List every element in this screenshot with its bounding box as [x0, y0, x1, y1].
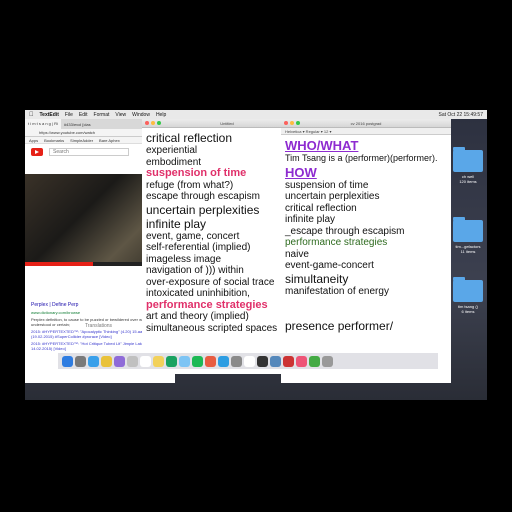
doc-line: presence performer/: [285, 319, 394, 333]
folder-label: tim...gefactors 11 items: [455, 244, 481, 254]
spotify-icon[interactable]: [192, 355, 203, 367]
folder-icon: [453, 277, 483, 302]
menu-help[interactable]: Help: [156, 112, 166, 118]
textedit-window-2: cv 2016 postgrad Helvetica ▾ Regular ▾ 1…: [281, 119, 451, 383]
doc-line: event-game-concert: [285, 260, 374, 271]
launchpad-icon[interactable]: [75, 355, 86, 367]
messages-icon[interactable]: [179, 355, 190, 367]
window-title: Untitled: [220, 121, 234, 126]
safari-icon[interactable]: [88, 355, 99, 367]
desktop-folder[interactable]: tim...gefactors 11 items: [448, 217, 487, 254]
music-icon[interactable]: [205, 355, 216, 367]
folder-icon: [453, 217, 483, 242]
bookmark-bookmarks[interactable]: Bookmarks: [44, 137, 64, 143]
photos-icon[interactable]: [114, 355, 125, 367]
window-controls: [284, 121, 300, 125]
bookmark-simpleadder[interactable]: SimpleAdder: [70, 137, 93, 143]
terminal-icon[interactable]: [257, 355, 268, 367]
close-icon[interactable]: [284, 121, 288, 125]
menu-view[interactable]: View: [115, 112, 126, 118]
close-icon[interactable]: [145, 121, 149, 125]
app-icon[interactable]: [309, 355, 320, 367]
doc-line: manifestation of energy: [285, 285, 389, 297]
doc-line: infinite play: [285, 214, 336, 225]
menu-file[interactable]: File: [65, 112, 73, 118]
youtube-search-input[interactable]: Search: [49, 147, 129, 156]
app-icon[interactable]: [283, 355, 294, 367]
contacts-icon[interactable]: [127, 355, 138, 367]
doc-line: Tim Tsang is a (performer)(performer).: [285, 153, 438, 163]
youtube-logo-icon[interactable]: [31, 147, 43, 156]
window-controls: [145, 121, 161, 125]
doc-line: suspension of time: [285, 179, 369, 191]
doc-line: uncertain perplexities: [285, 191, 380, 202]
menu-format[interactable]: Format: [94, 112, 110, 118]
desktop-folder[interactable]: tim tsang () 6 items: [448, 277, 487, 314]
translations-label[interactable]: Translations: [85, 323, 112, 329]
tab-youtube[interactable]: t i m t s a n g | Ri: [25, 119, 61, 129]
trash-icon[interactable]: [322, 355, 333, 367]
window-title: cv 2016 postgrad: [350, 121, 382, 126]
window-titlebar[interactable]: cv 2016 postgrad: [281, 119, 451, 128]
zoom-icon[interactable]: [157, 121, 161, 125]
doc-line: simultaneity: [285, 271, 349, 286]
app-icon[interactable]: [270, 355, 281, 367]
textedit-icon[interactable]: [244, 355, 255, 367]
format-toolbar[interactable]: Helvetica ▾ Regular ▾ 12 ▾: [281, 128, 451, 135]
doc-line: HOW: [285, 164, 317, 180]
notes-icon[interactable]: [153, 355, 164, 367]
doc-line: naive: [285, 248, 309, 260]
facetime-icon[interactable]: [166, 355, 177, 367]
doc-line: WHO/WHAT: [285, 138, 359, 153]
doc-line: _escape through escapism: [285, 225, 405, 237]
zoom-icon[interactable]: [296, 121, 300, 125]
app-icon[interactable]: [296, 355, 307, 367]
apple-icon[interactable]: : [29, 112, 34, 118]
document-body[interactable]: WHO/WHAT Tim Tsang is a (performer)(perfo…: [281, 135, 451, 336]
menu-window[interactable]: Window: [132, 112, 150, 118]
finder-icon[interactable]: [62, 355, 73, 367]
minimize-icon[interactable]: [290, 121, 294, 125]
minimize-icon[interactable]: [151, 121, 155, 125]
doc-line: critical reflection: [285, 202, 357, 214]
menu-clock[interactable]: Sat Oct 22 15:49:57: [439, 112, 483, 118]
folder-label: tim tsang () 6 items: [457, 304, 478, 314]
menu-bar:  TextEdit File Edit Format View Window …: [25, 110, 487, 119]
bookmark-bare-aphex[interactable]: Bare Aphex: [99, 137, 120, 143]
folder-icon: [453, 147, 483, 172]
doc-line: performance strategies: [285, 237, 388, 248]
desktop-folder[interactable]: ch well 120 items: [448, 147, 487, 184]
tab-other[interactable]: #433/evol [clas: [61, 122, 94, 127]
calendar-icon[interactable]: [140, 355, 151, 367]
doc-line: [285, 308, 447, 319]
dock: [58, 353, 438, 369]
preferences-icon[interactable]: [231, 355, 242, 367]
folder-label: ch well 120 items: [459, 174, 477, 184]
menu-edit[interactable]: Edit: [79, 112, 88, 118]
bookmark-apps[interactable]: Apps: [29, 137, 38, 143]
menu-app-name[interactable]: TextEdit: [40, 112, 59, 118]
doc-line: [285, 297, 447, 308]
app-store-icon[interactable]: [218, 355, 229, 367]
chrome-icon[interactable]: [101, 355, 112, 367]
